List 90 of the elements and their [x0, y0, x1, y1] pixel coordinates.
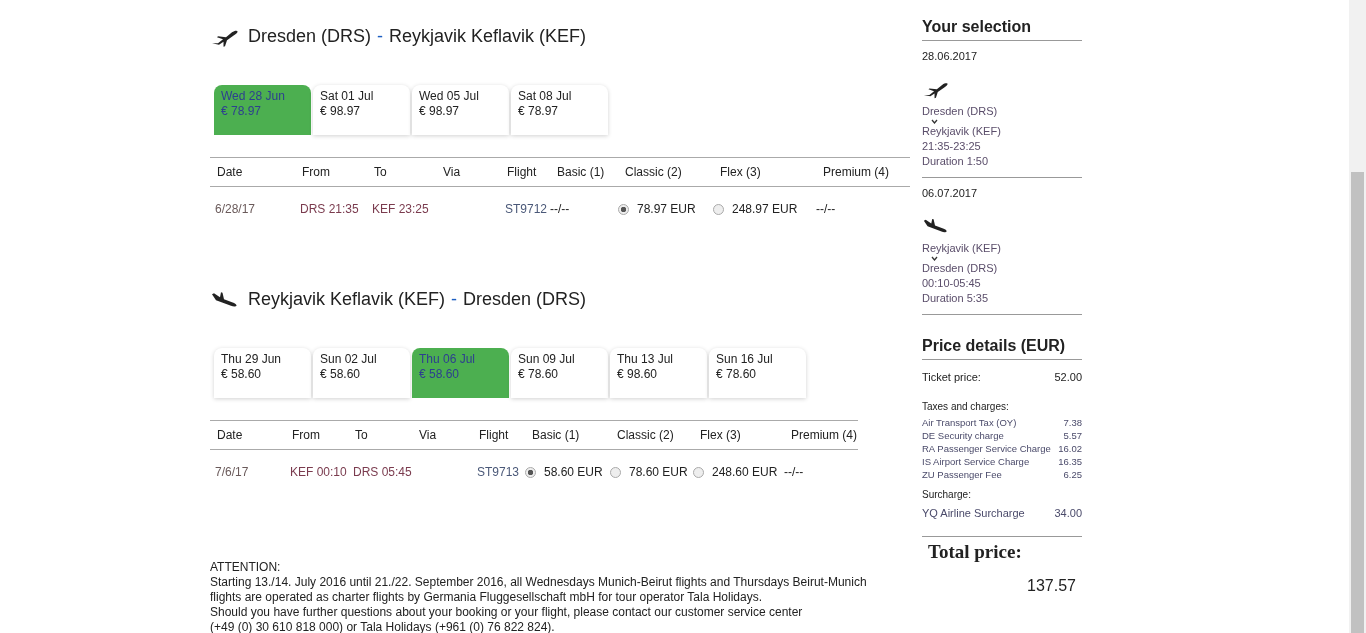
date-tab[interactable]: Thu 06 Jul € 58.60	[412, 348, 509, 398]
notice-text: Starting 13./14. July 2016 until 21./22. September 2016, all Wednesdays Munich-Beirut flights and Thursdays Beirut-Munich	[210, 575, 868, 590]
fare-option[interactable]: 248.97 EUR	[713, 202, 816, 216]
notice-text: flights are operated as charter flights by Germania Fluggesellschaft mbH for tour operator Tala Holidays.	[210, 590, 764, 605]
total-value: 137.57	[1026, 577, 1076, 595]
leg-destination: Reykjavik (KEF)	[922, 124, 1002, 139]
column-header: Flight	[478, 428, 510, 442]
price-value: 7.38	[1063, 416, 1082, 429]
column-header: Premium (4)	[790, 428, 858, 442]
price-value: 16.35	[1058, 455, 1082, 468]
radio-button[interactable]	[693, 466, 704, 478]
column-header: Via	[442, 165, 462, 179]
date-tab[interactable]: Sat 01 Jul € 98.97	[313, 85, 410, 135]
table-cell-text: KEF 23:25	[371, 202, 430, 216]
price-label: DE Security charge	[922, 429, 1004, 442]
price-label: RA Passenger Service Charge	[922, 442, 1051, 455]
date-tab[interactable]: Sun 09 Jul € 78.60	[511, 348, 608, 398]
scrollbar[interactable]	[1349, 0, 1366, 633]
column-header: From	[301, 165, 331, 179]
price-label: IS Airport Service Charge	[922, 455, 1030, 468]
leg-origin: Reykjavik (KEF)	[922, 241, 1002, 256]
flight-title: Dresden (DRS) - Reykjavik Keflavik (KEF)	[248, 25, 587, 47]
price-label: ZU Passenger Fee	[922, 468, 1002, 481]
table-cell-text: 6/28/17	[214, 202, 257, 216]
column-header: Classic (2)	[624, 165, 683, 179]
column-header: Date	[216, 428, 244, 442]
leg-duration: Duration 1:50	[922, 154, 990, 169]
fare-option[interactable]: 78.60 EUR	[610, 465, 693, 479]
chevron-down-icon	[931, 119, 938, 124]
price-label: Air Transport Tax (OY)	[922, 416, 1017, 429]
sidebar-title: Your selection	[922, 18, 1082, 41]
column-header: From	[291, 428, 321, 442]
date-tab[interactable]: Wed 05 Jul € 98.97	[412, 85, 509, 135]
price-heading: Surcharge:	[922, 489, 972, 500]
fare-option[interactable]: 58.60 EUR	[525, 465, 610, 479]
table-cell-text: 7/6/17	[214, 465, 250, 479]
radio-button[interactable]	[618, 203, 629, 215]
scrollbar-thumb[interactable]	[1351, 172, 1364, 633]
leg-duration: Duration 5:35	[922, 291, 990, 306]
table-cell-text: --/--	[784, 465, 805, 479]
chevron-down-icon	[931, 256, 938, 261]
date-tab[interactable]: Wed 28 Jun € 78.97	[214, 85, 311, 135]
fare-option[interactable]: 78.97 EUR	[618, 202, 713, 216]
notice-text: ATTENTION:	[210, 560, 282, 575]
column-header: Flex (3)	[699, 428, 742, 442]
sidebar-title: Price details (EUR)	[922, 337, 1082, 360]
table-cell-text: DRS 05:45	[352, 465, 412, 479]
leg-date: 28.06.2017	[922, 49, 979, 64]
price-heading: Taxes and charges:	[922, 401, 1010, 412]
column-header: Flex (3)	[719, 165, 762, 179]
notice-text: (+49 (0) 30 610 818 000) or Tala Holidays (+961 (0) 76 822 824).	[210, 620, 556, 633]
leg-times: 00:10-05:45	[922, 276, 982, 291]
table-cell-text: DRS 21:35	[299, 202, 360, 216]
total-label: Total price:	[928, 541, 1023, 563]
table-cell-text: ST9712	[504, 202, 549, 216]
column-header: Basic (1)	[531, 428, 581, 442]
date-tab[interactable]: Sun 02 Jul € 58.60	[313, 348, 410, 398]
column-header: Classic (2)	[616, 428, 675, 442]
table-cell-text: --/--	[550, 202, 571, 216]
column-header: Flight	[506, 165, 538, 179]
leg-date: 06.07.2017	[922, 186, 979, 201]
leg-destination: Dresden (DRS)	[922, 261, 999, 276]
radio-button[interactable]	[610, 466, 621, 478]
column-header: Via	[418, 428, 438, 442]
price-label: YQ Airline Surcharge	[922, 506, 1025, 521]
flight-title: Reykjavik Keflavik (KEF) - Dresden (DRS)	[248, 288, 587, 310]
column-header: To	[354, 428, 369, 442]
price-value: 5.57	[1063, 429, 1082, 442]
date-tab[interactable]: Sun 16 Jul € 78.60	[709, 348, 806, 398]
table-cell-text: KEF 00:10	[289, 465, 348, 479]
radio-button[interactable]	[713, 203, 724, 215]
date-tab[interactable]: Thu 13 Jul € 98.60	[610, 348, 707, 398]
column-header: Date	[216, 165, 244, 179]
price-label: Ticket price:	[922, 370, 981, 385]
price-value: 34.00	[1054, 506, 1082, 521]
table-cell-text: ST9713	[476, 465, 521, 479]
notice-text: Should you have further questions about your booking or your flight, please contact our customer service center	[210, 605, 804, 620]
column-header: To	[373, 165, 388, 179]
column-header: Basic (1)	[556, 165, 606, 179]
price-value: 16.02	[1058, 442, 1082, 455]
price-value: 52.00	[1054, 370, 1082, 385]
date-tab[interactable]: Thu 29 Jun € 58.60	[214, 348, 311, 398]
leg-origin: Dresden (DRS)	[922, 104, 999, 119]
radio-button[interactable]	[525, 466, 536, 478]
leg-times: 21:35-23:25	[922, 139, 982, 154]
column-header: Premium (4)	[822, 165, 890, 179]
table-cell-text: --/--	[816, 202, 837, 216]
fare-option[interactable]: 248.60 EUR	[693, 465, 784, 479]
price-value: 6.25	[1063, 468, 1082, 481]
date-tab[interactable]: Sat 08 Jul € 78.97	[511, 85, 608, 135]
